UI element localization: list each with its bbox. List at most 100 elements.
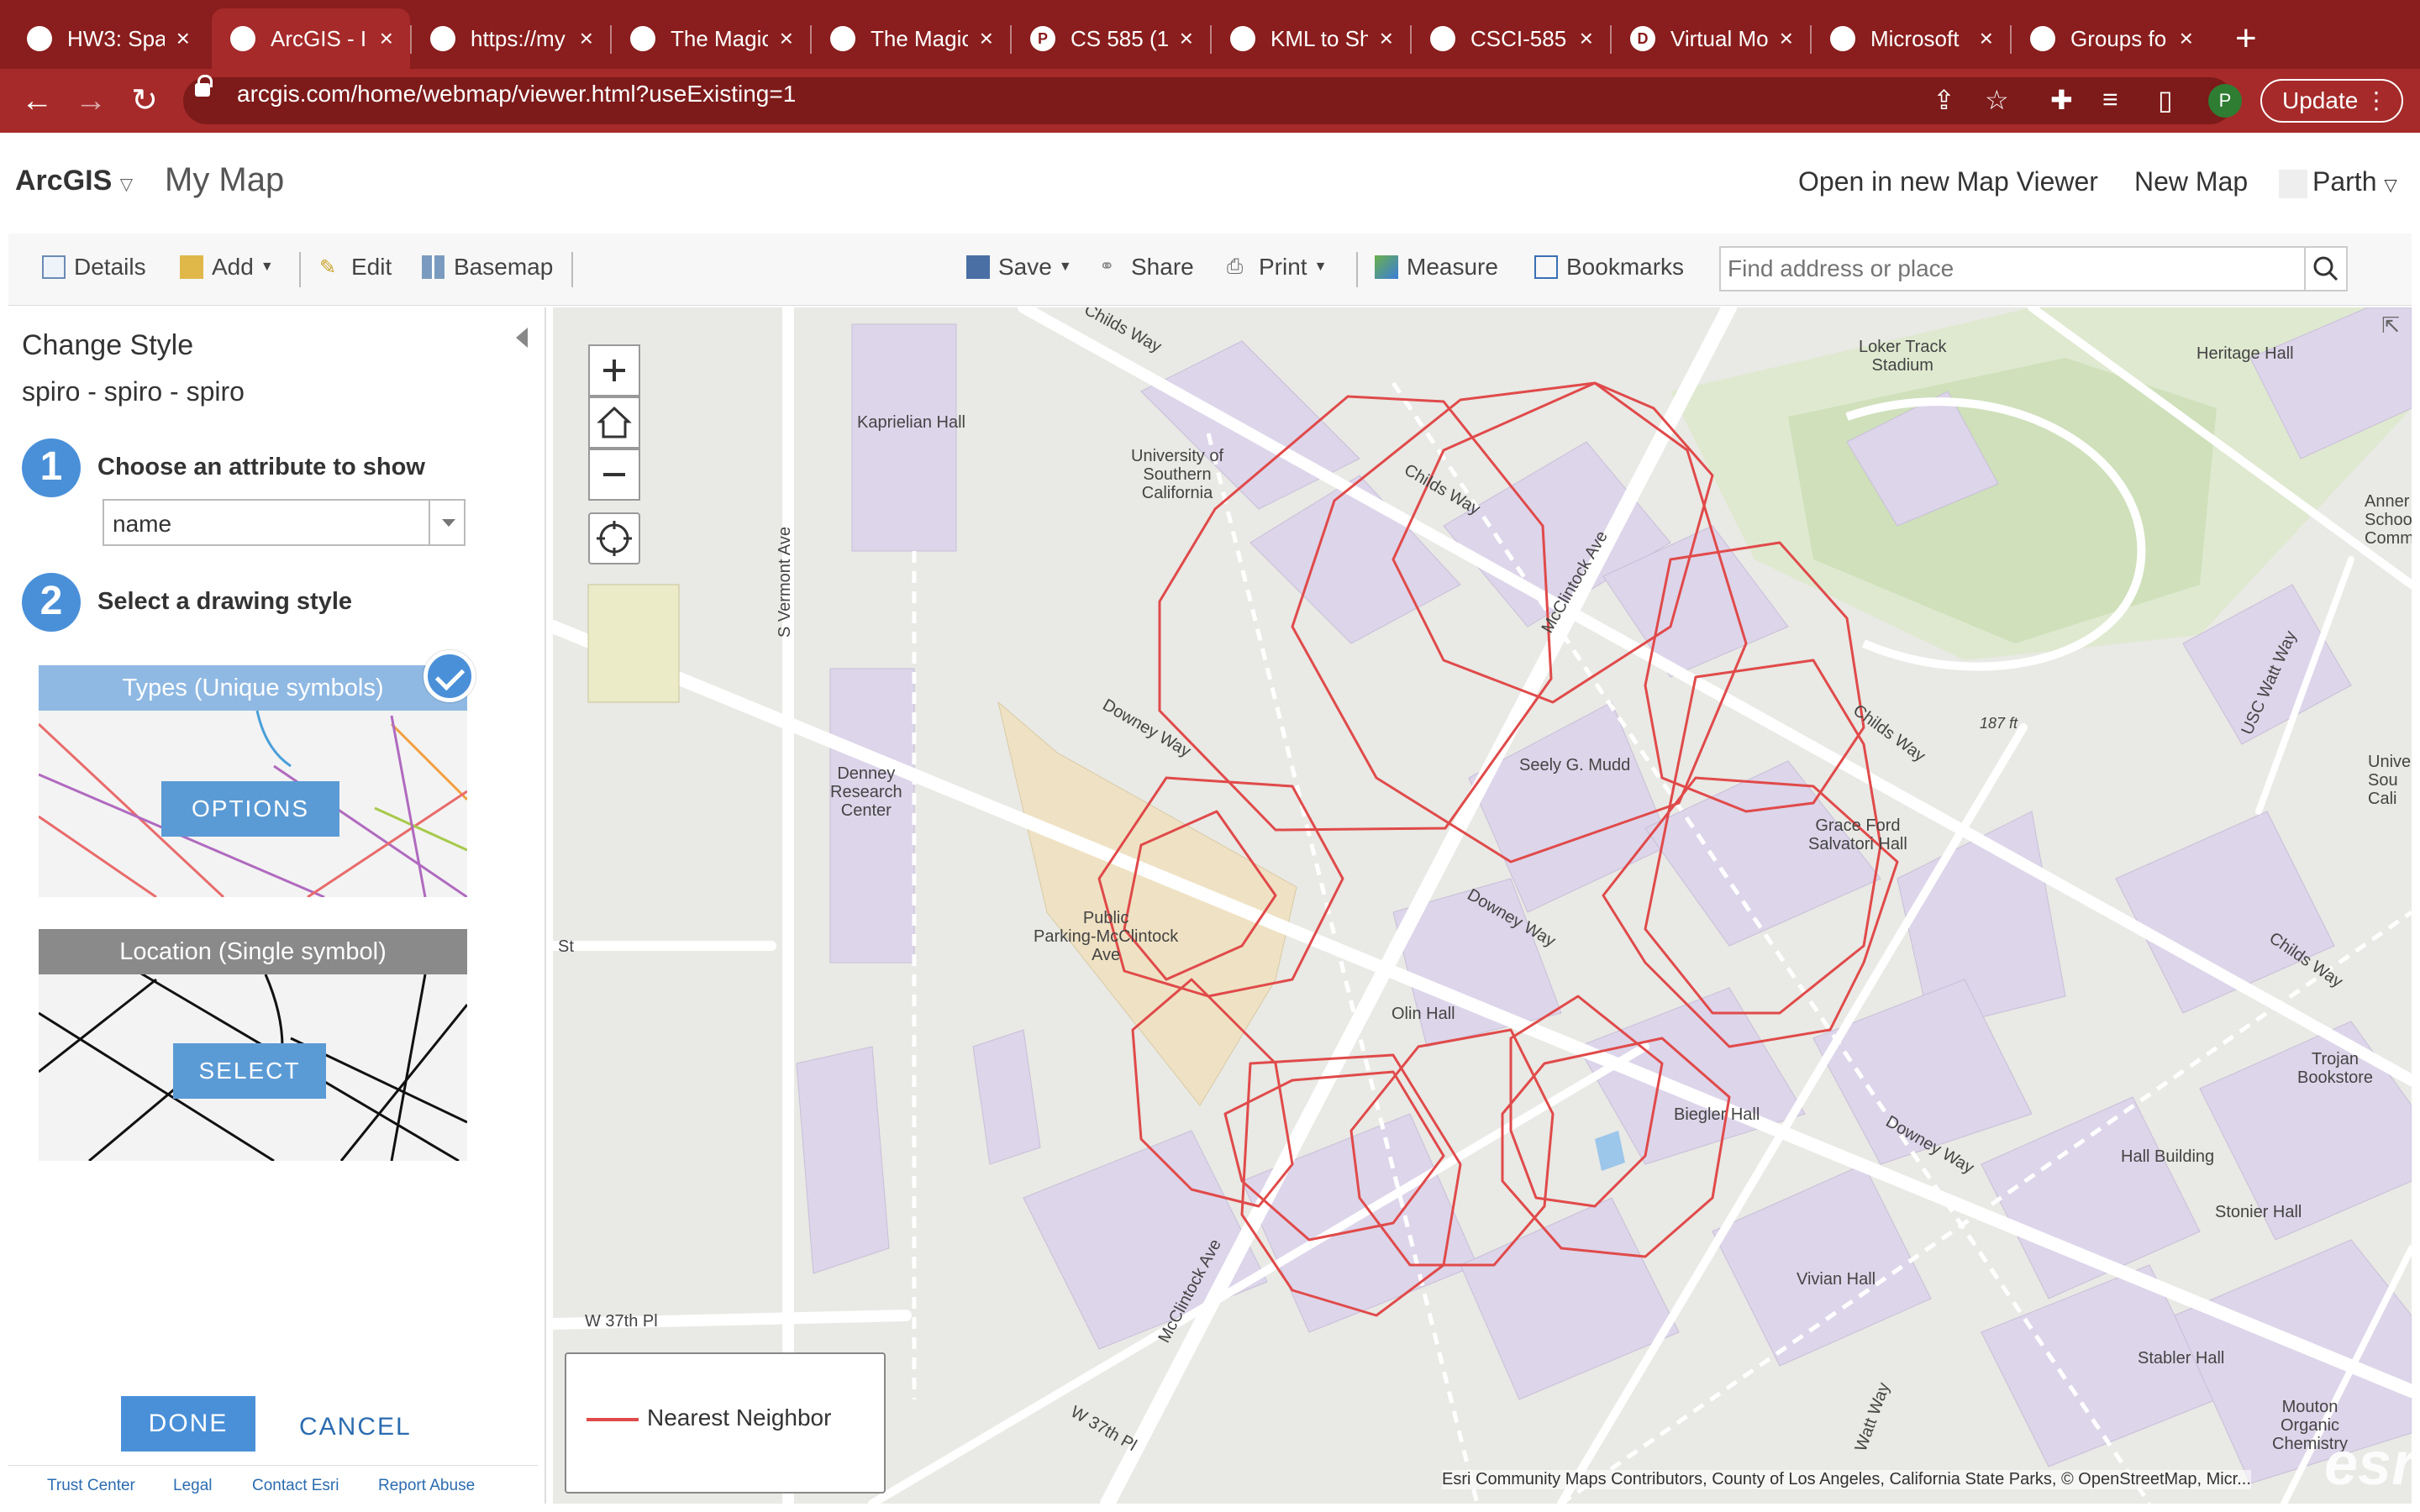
- expand-arrow-icon[interactable]: ⇱: [2381, 312, 2400, 339]
- browser-tab[interactable]: KML to Sh ×: [1212, 8, 1410, 69]
- add-button[interactable]: Add ▼: [180, 254, 274, 281]
- forward-arrow-icon[interactable]: →: [69, 79, 113, 123]
- step-1-badge: 1: [22, 438, 81, 497]
- step-2-label: Select a drawing style: [97, 588, 353, 615]
- update-button[interactable]: Update ⋮: [2260, 79, 2403, 123]
- legal-link[interactable]: Legal: [173, 1477, 213, 1495]
- attribute-value: name: [113, 511, 172, 537]
- search-button[interactable]: [2304, 248, 2346, 290]
- tab-divider: [1210, 25, 1212, 54]
- url-text[interactable]: arcgis.com/home/webmap/viewer.html?useEx…: [237, 81, 796, 108]
- done-button[interactable]: DONE: [121, 1396, 255, 1452]
- home-extent-button[interactable]: [588, 396, 640, 449]
- close-tab-icon[interactable]: ×: [1580, 25, 1593, 52]
- minus-icon: [603, 473, 625, 476]
- zoom-out-button[interactable]: [588, 449, 640, 501]
- zoom-in-button[interactable]: [588, 344, 640, 396]
- user-avatar: [2279, 169, 2307, 198]
- reload-icon[interactable]: ↻: [123, 79, 166, 123]
- tab-title: CSCI-585: [1470, 25, 1567, 51]
- map-label-vermont: S Vermont Ave: [775, 527, 794, 638]
- map-label-biegler: Biegler Hall: [1674, 1105, 1760, 1124]
- print-button[interactable]: ⎙ Print ▼: [1227, 254, 1327, 281]
- measure-button[interactable]: Measure: [1375, 254, 1498, 281]
- browser-tab[interactable]: Microsoft ×: [1812, 8, 2010, 69]
- more-vert-icon: ⋮: [2365, 87, 2388, 113]
- browser-tab[interactable]: The Magic ×: [612, 8, 810, 69]
- chevron-down-icon: ▼: [1313, 260, 1328, 274]
- select-button[interactable]: SELECT: [173, 1043, 326, 1099]
- bookmark-star-icon[interactable]: ☆: [1985, 84, 2009, 116]
- browser-tab[interactable]: P CS 585 (1 ×: [1012, 8, 1210, 69]
- close-tab-icon[interactable]: ×: [380, 25, 393, 52]
- map-label-vivian: Vivian Hall: [1797, 1270, 1876, 1289]
- map-title: My Map: [165, 161, 285, 198]
- arcgis-brand-menu[interactable]: ArcGIS ▽: [15, 165, 133, 197]
- save-button[interactable]: Save ▼: [966, 254, 1072, 281]
- trust-center-link[interactable]: Trust Center: [47, 1477, 135, 1495]
- attribute-select[interactable]: name: [103, 499, 466, 546]
- browser-tab[interactable]: D Virtual Mo ×: [1612, 8, 1810, 69]
- change-style-panel: Change Style spiro - spiro - spiro 1 Cho…: [8, 307, 546, 1504]
- globe-favicon-icon: [27, 26, 52, 51]
- browser-tab[interactable]: https://my ×: [412, 8, 610, 69]
- browser-tab[interactable]: The Magic ×: [812, 8, 1010, 69]
- close-tab-icon[interactable]: ×: [780, 25, 793, 52]
- step-2-badge: 2: [22, 573, 81, 632]
- close-tab-icon[interactable]: ×: [176, 25, 190, 52]
- map-label-elevation: 187 ft: [1980, 715, 2018, 732]
- browser-tab[interactable]: ArcGIS - I ×: [212, 8, 410, 69]
- browser-tab[interactable]: CSCI-585 ×: [1412, 8, 1610, 69]
- report-abuse-link[interactable]: Report Abuse: [378, 1477, 475, 1495]
- back-arrow-icon[interactable]: ←: [15, 79, 59, 123]
- map-label-w37th: W 37th Pl: [585, 1312, 658, 1331]
- new-map-link[interactable]: New Map: [2134, 166, 2248, 197]
- browser-tab[interactable]: HW3: Spa ×: [8, 8, 207, 69]
- single-symbol-card[interactable]: Location (Single symbol) SELECT: [39, 929, 467, 1161]
- bookmarks-label: Bookmarks: [1566, 254, 1685, 280]
- extensions-icon[interactable]: ✚: [2050, 84, 2073, 116]
- link-icon: ⚭: [1099, 255, 1115, 276]
- share-button[interactable]: ⚭ Share: [1099, 254, 1194, 281]
- reading-list-icon[interactable]: ≡: [2102, 84, 2118, 115]
- unique-symbols-card[interactable]: Types (Unique symbols) OPTIONS: [39, 665, 467, 897]
- details-button[interactable]: Details: [42, 254, 146, 281]
- save-disk-icon: [966, 255, 990, 279]
- edit-button[interactable]: ✎ Edit: [319, 254, 392, 281]
- chevron-down-icon[interactable]: [429, 501, 464, 544]
- close-tab-icon[interactable]: ×: [980, 25, 993, 52]
- close-tab-icon[interactable]: ×: [1980, 25, 1993, 52]
- map-view[interactable]: ⇱ Kaprielian Hall University of Southern…: [553, 307, 2412, 1504]
- open-new-viewer-link[interactable]: Open in new Map Viewer: [1798, 166, 2098, 197]
- close-tab-icon[interactable]: ×: [1780, 25, 1793, 52]
- toolbar-divider: [571, 252, 573, 287]
- close-tab-icon[interactable]: ×: [2180, 25, 2193, 52]
- browser-tab[interactable]: Groups fo ×: [2012, 8, 2210, 69]
- contact-esri-link[interactable]: Contact Esri: [252, 1477, 339, 1495]
- map-label-olin: Olin Hall: [1392, 1005, 1455, 1023]
- map-legend: Nearest Neighbor: [565, 1352, 886, 1494]
- map-label-kaprielian: Kaprielian Hall: [857, 413, 965, 432]
- options-button[interactable]: OPTIONS: [161, 781, 339, 837]
- chevron-down-icon: ▽: [2384, 176, 2397, 195]
- close-tab-icon[interactable]: ×: [580, 25, 593, 52]
- map-label-hall-building: Hall Building: [2121, 1147, 2215, 1166]
- new-tab-button[interactable]: +: [2235, 13, 2257, 64]
- side-panel-icon[interactable]: ▯: [2158, 84, 2173, 116]
- tab-divider: [1810, 25, 1812, 54]
- cancel-button[interactable]: CANCEL: [299, 1413, 412, 1441]
- bookmark-icon: [1534, 255, 1558, 279]
- profile-avatar[interactable]: P: [2208, 84, 2242, 118]
- lock-icon[interactable]: [195, 75, 213, 97]
- bookmarks-button[interactable]: Bookmarks: [1534, 254, 1684, 281]
- tab-title: The Magic: [671, 25, 768, 51]
- close-tab-icon[interactable]: ×: [1380, 25, 1393, 52]
- basemap-grid-icon: [422, 255, 445, 279]
- user-menu[interactable]: Parth ▽: [2279, 166, 2397, 198]
- share-page-icon[interactable]: ⇪: [1933, 84, 1955, 116]
- collapse-panel-icon[interactable]: [516, 328, 528, 348]
- close-tab-icon[interactable]: ×: [1180, 25, 1193, 52]
- basemap-button[interactable]: Basemap: [422, 254, 553, 281]
- search-input[interactable]: [1721, 248, 2292, 290]
- locate-button[interactable]: [588, 512, 640, 564]
